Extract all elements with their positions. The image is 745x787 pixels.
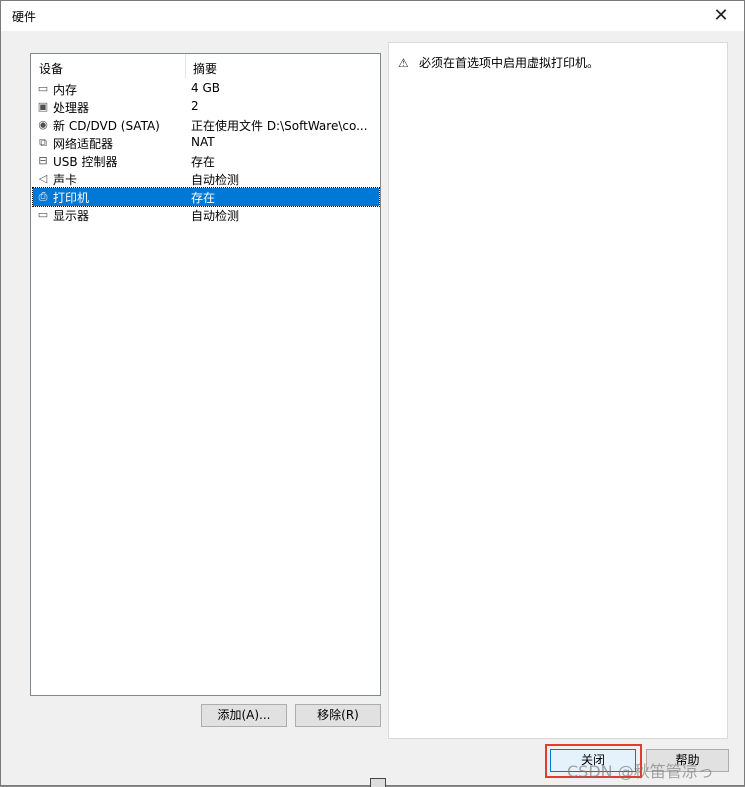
device-row-memory[interactable]: ▭ 内存 4 GB <box>33 80 379 98</box>
remove-button[interactable]: 移除(R) <box>295 704 381 727</box>
device-name: USB 控制器 <box>53 155 118 169</box>
title-bar: 硬件 ✕ <box>1 1 744 31</box>
device-summary: 自动检测 <box>191 209 240 223</box>
window-title: 硬件 <box>12 10 37 24</box>
warning-icon: ⚠ <box>398 56 409 70</box>
hardware-dialog: 硬件 ✕ 设备 摘要 ▭ 内存 4 GB ▣ 处理器 2 ◉ 新 CD/DVD … <box>0 0 745 786</box>
close-icon[interactable]: ✕ <box>698 1 744 31</box>
display-icon: ▭ <box>37 208 49 221</box>
device-summary: 2 <box>191 99 199 113</box>
device-row-network-adapter[interactable]: ⧉ 网络适配器 NAT <box>33 134 379 152</box>
device-name: 声卡 <box>53 173 78 187</box>
cd-dvd-icon: ◉ <box>38 118 48 131</box>
device-summary: 正在使用文件 D:\SoftWare\co... <box>191 119 368 133</box>
add-button[interactable]: 添加(A)... <box>201 704 287 727</box>
printer-icon: ⎙ <box>38 190 48 203</box>
device-summary: 4 GB <box>191 81 220 95</box>
warning-text: 必须在首选项中启用虚拟打印机。 <box>419 56 600 70</box>
device-row-sound-card[interactable]: ◁ 声卡 自动检测 <box>33 170 379 188</box>
sound-card-icon: ◁ <box>38 172 48 185</box>
column-header-device[interactable]: 设备 <box>39 60 63 77</box>
device-row-printer[interactable]: ⎙ 打印机 存在 <box>32 187 380 207</box>
device-name: 显示器 <box>53 209 90 223</box>
processor-icon: ▣ <box>37 100 49 113</box>
device-row-display[interactable]: ▭ 显示器 自动检测 <box>33 206 379 224</box>
column-header-summary[interactable]: 摘要 <box>193 60 217 77</box>
device-name: 打印机 <box>53 191 90 205</box>
device-name: 处理器 <box>53 101 90 115</box>
usb-controller-icon: ⊟ <box>38 154 48 167</box>
watermark: CSDN @秋笛管凉っ <box>567 762 714 781</box>
device-summary: 自动检测 <box>191 173 240 187</box>
device-summary: 存在 <box>191 155 216 169</box>
network-adapter-icon: ⧉ <box>39 136 47 149</box>
device-name: 内存 <box>53 83 78 97</box>
device-detail-panel: ⚠ 必须在首选项中启用虚拟打印机。 <box>388 42 728 739</box>
memory-icon: ▭ <box>37 82 49 95</box>
device-summary: 存在 <box>191 191 216 205</box>
device-list[interactable]: 设备 摘要 ▭ 内存 4 GB ▣ 处理器 2 ◉ 新 CD/DVD (SATA… <box>30 53 381 696</box>
column-divider[interactable] <box>185 54 186 78</box>
device-row-processor[interactable]: ▣ 处理器 2 <box>33 98 379 116</box>
device-name: 网络适配器 <box>53 137 114 151</box>
device-row-cd-dvd[interactable]: ◉ 新 CD/DVD (SATA) 正在使用文件 D:\SoftWare\co.… <box>33 116 379 134</box>
device-name: 新 CD/DVD (SATA) <box>53 119 160 133</box>
device-summary: NAT <box>191 135 215 149</box>
device-list-header: 设备 摘要 <box>31 54 380 78</box>
printer-warning: ⚠ 必须在首选项中启用虚拟打印机。 <box>398 54 599 71</box>
device-row-usb-controller[interactable]: ⊟ USB 控制器 存在 <box>33 152 379 170</box>
